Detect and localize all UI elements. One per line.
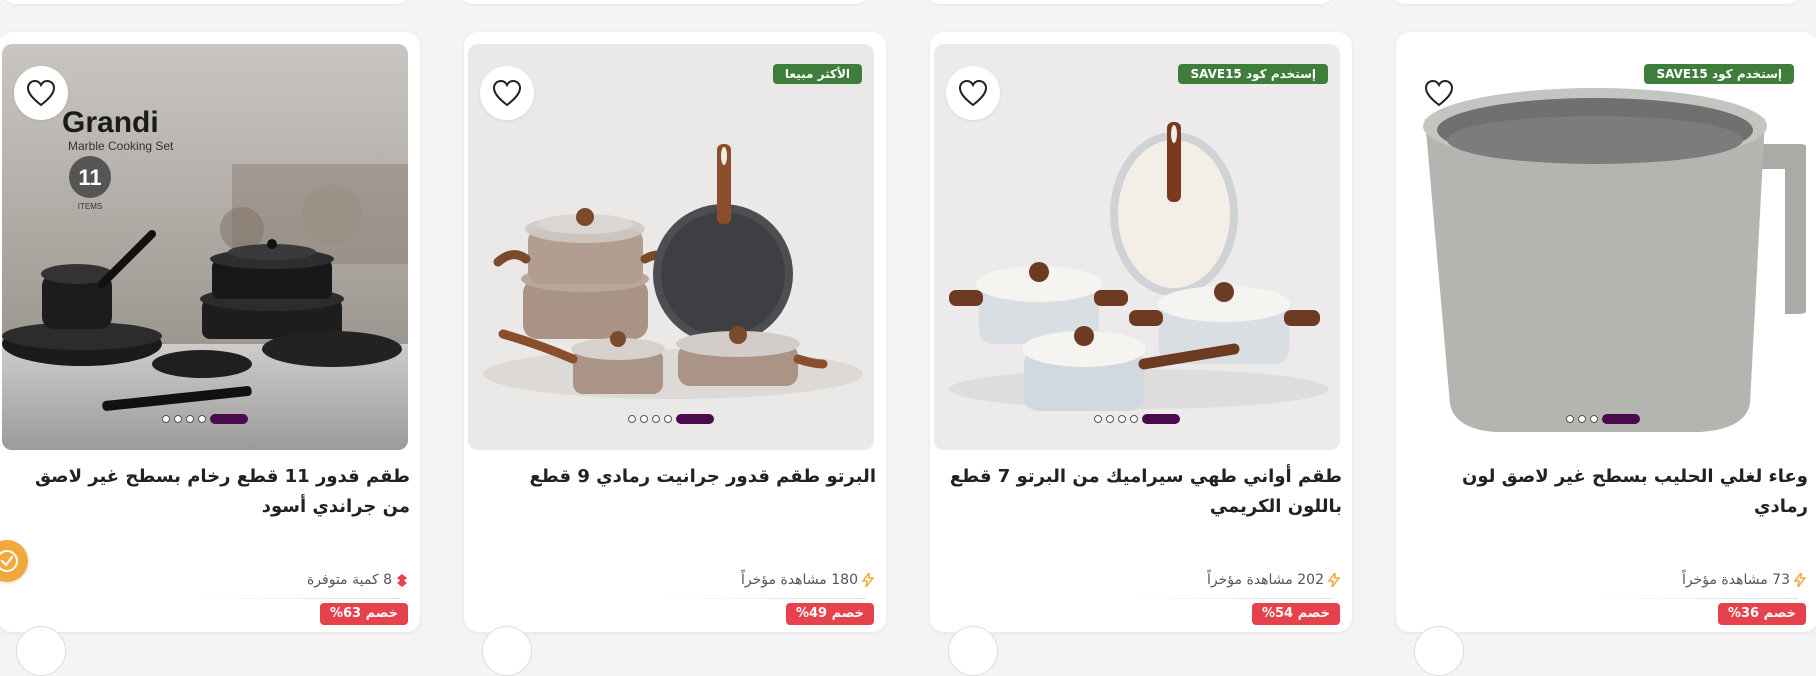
product-meta: 180 مشاهدة مؤخراً (741, 572, 874, 588)
carousel-dot[interactable] (1094, 415, 1102, 423)
product-card[interactable]: الأكثر مبيعا البرتو طقم قدور جرانيت رماد… (464, 32, 886, 676)
heart-icon (958, 79, 988, 107)
product-meta: 202 مشاهدة مؤخراً (1207, 572, 1340, 588)
divider (656, 598, 866, 599)
carousel-dot[interactable] (640, 415, 648, 423)
discount-badge: خصم 36% (1717, 603, 1806, 625)
product-card[interactable]: إستخدم كود SAVE15 طقم أواني طهي سيراميك … (930, 32, 1352, 676)
lightning-icon (862, 573, 874, 587)
carousel-dot[interactable] (186, 415, 194, 423)
carousel-dot[interactable] (162, 415, 170, 423)
divider (190, 598, 400, 599)
carousel-dot[interactable] (174, 415, 182, 423)
carousel-dot[interactable] (652, 415, 660, 423)
image-carousel-dots[interactable] (162, 414, 248, 424)
stock-text: 8 كمية متوفرة (306, 572, 392, 588)
lightning-icon (1794, 573, 1806, 587)
product-card[interactable]: إستخدم كود SAVE15 وعاء لغلي الحليب بسطح … (1396, 32, 1816, 676)
heart-icon (492, 79, 522, 107)
product-meta: 73 مشاهدة مؤخراً (1682, 572, 1806, 588)
image-carousel-dots[interactable] (1566, 414, 1640, 424)
views-text: 202 مشاهدة مؤخراً (1207, 572, 1324, 588)
product-title[interactable]: وعاء لغلي الحليب بسطح غير لاصق لون رمادي (1410, 462, 1808, 522)
divider (1122, 598, 1332, 599)
previous-card-bottom (458, 0, 870, 4)
product-card[interactable]: Grandi Marble Cooking Set 11 ITEMS طقم ق… (0, 32, 420, 676)
carousel-dot-active[interactable] (210, 414, 248, 424)
coupon-badge: إستخدم كود SAVE15 (1644, 64, 1794, 84)
discount-badge: خصم 63% (319, 603, 408, 625)
items-count: 11 (78, 165, 101, 190)
carousel-dot-active[interactable] (1142, 414, 1180, 424)
carousel-dot[interactable] (1578, 415, 1586, 423)
product-image[interactable]: الأكثر مبيعا (468, 44, 874, 450)
divider (1588, 598, 1798, 599)
previous-card-bottom (0, 0, 412, 4)
image-carousel-dots[interactable] (1094, 414, 1180, 424)
product-meta: 8 كمية متوفرة (307, 572, 408, 588)
carousel-dot[interactable] (1590, 415, 1598, 423)
add-to-cart-button[interactable] (16, 626, 66, 676)
add-to-cart-button[interactable] (482, 626, 532, 676)
views-text: 73 مشاهدة مؤخراً (1681, 572, 1790, 588)
carousel-dot-active[interactable] (1602, 414, 1640, 424)
add-to-cart-button[interactable] (1414, 626, 1464, 676)
check-badge-icon (0, 550, 18, 572)
product-title[interactable]: طقم أواني طهي سيراميك من البرتو 7 قطع با… (944, 462, 1342, 522)
wishlist-button[interactable] (480, 66, 534, 120)
discount-badge: خصم 54% (1251, 603, 1340, 625)
product-image[interactable]: إستخدم كود SAVE15 (934, 44, 1340, 450)
carousel-dot[interactable] (1118, 415, 1126, 423)
bestseller-badge: الأكثر مبيعا (772, 64, 862, 84)
wishlist-button[interactable] (946, 66, 1000, 120)
views-text: 180 مشاهدة مؤخراً (741, 572, 858, 588)
carousel-dot[interactable] (628, 415, 636, 423)
carousel-dot[interactable] (1130, 415, 1138, 423)
coupon-badge: إستخدم كود SAVE15 (1178, 64, 1328, 84)
previous-card-bottom (924, 0, 1336, 4)
lightning-icon (1328, 573, 1340, 587)
product-image[interactable]: Grandi Marble Cooking Set 11 ITEMS (2, 44, 408, 450)
discount-badge: خصم 49% (785, 603, 874, 625)
product-title[interactable]: البرتو طقم قدور جرانيت رمادي 9 قطع (478, 462, 876, 492)
add-to-cart-button[interactable] (948, 626, 998, 676)
heart-icon (1424, 79, 1454, 107)
fire-icon (397, 574, 407, 587)
carousel-dot[interactable] (664, 415, 672, 423)
product-title[interactable]: طقم قدور 11 قطع رخام بسطح غير لاصق من جر… (12, 462, 410, 522)
brand-subtitle: Marble Cooking Set (68, 139, 174, 153)
carousel-dot[interactable] (1566, 415, 1574, 423)
carousel-dot[interactable] (198, 415, 206, 423)
image-carousel-dots[interactable] (628, 414, 714, 424)
wishlist-button[interactable] (14, 66, 68, 120)
carousel-dot-active[interactable] (676, 414, 714, 424)
product-image[interactable]: إستخدم كود SAVE15 (1400, 44, 1806, 450)
items-label: ITEMS (78, 202, 102, 211)
brand-text: Grandi (62, 106, 159, 139)
wishlist-button[interactable] (1412, 66, 1466, 120)
heart-icon (26, 79, 56, 107)
previous-card-bottom (1390, 0, 1802, 4)
carousel-dot[interactable] (1106, 415, 1114, 423)
